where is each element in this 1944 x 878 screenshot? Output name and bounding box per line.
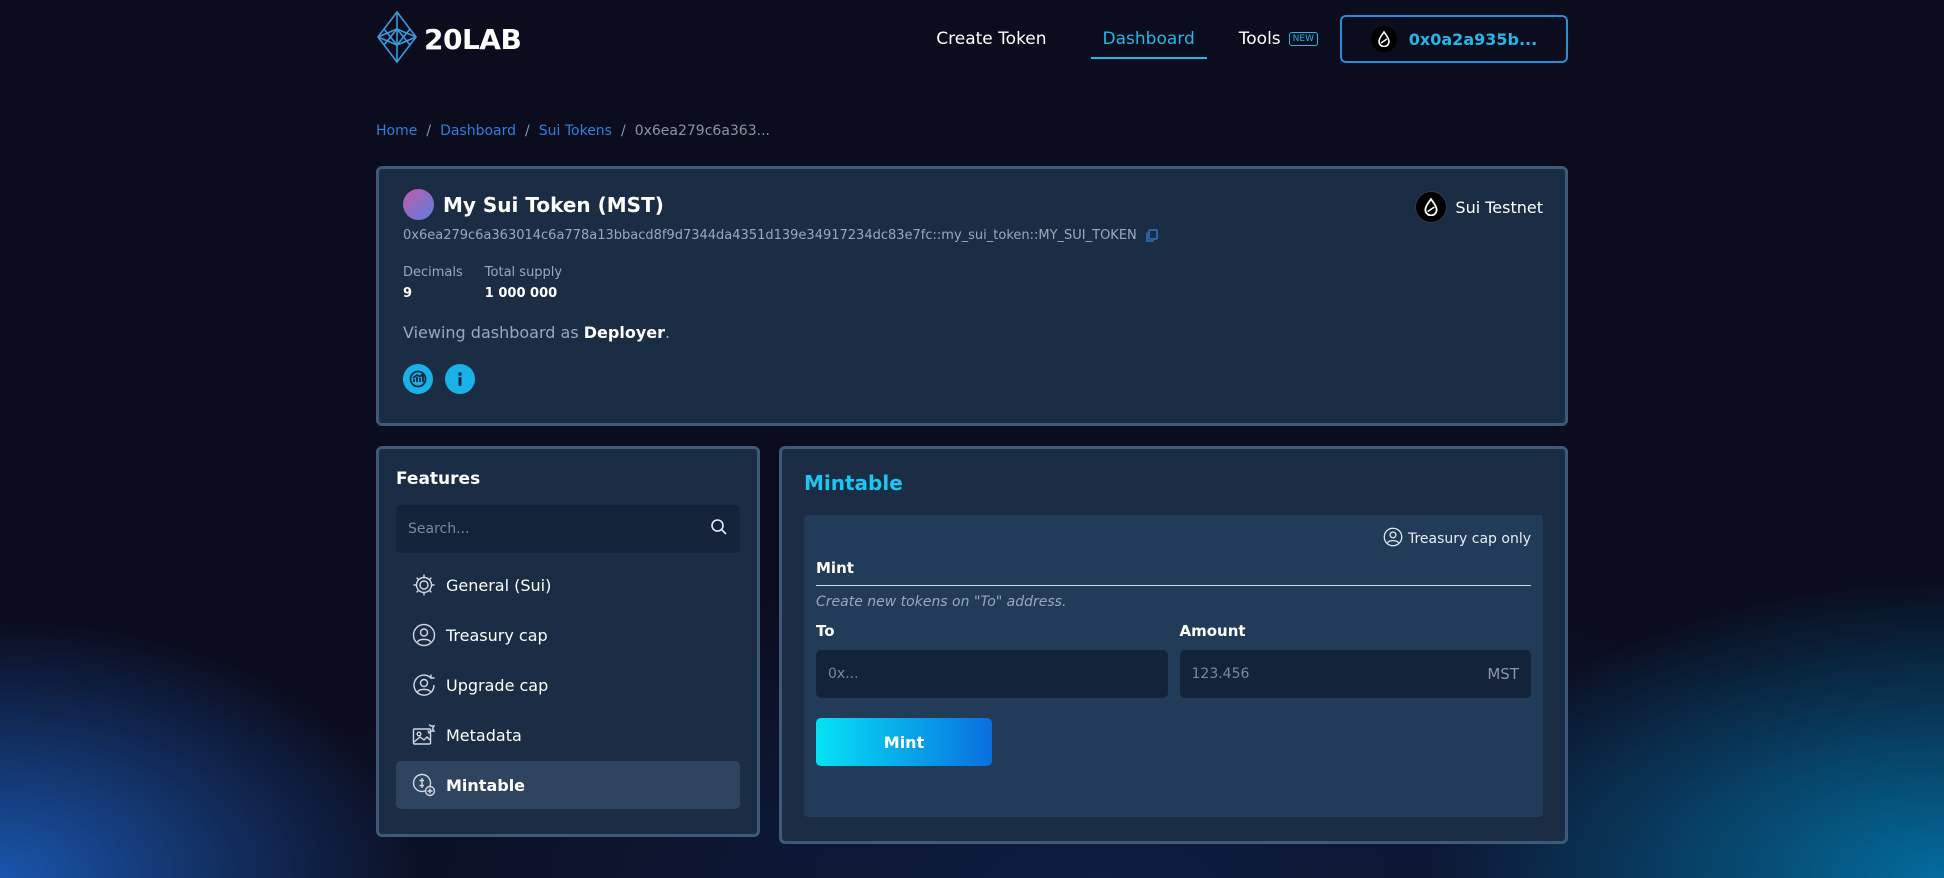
token-name: My Sui Token (MST) [443, 192, 664, 217]
breadcrumb: Home / Dashboard / Sui Tokens / 0x6ea279… [376, 123, 770, 139]
copy-icon[interactable] [1145, 229, 1158, 242]
breadcrumb-separator: / [620, 123, 626, 139]
breadcrumb-dashboard[interactable]: Dashboard [440, 123, 516, 139]
page: 20LAB Create Token Dashboard Tools NEW 0… [376, 0, 1568, 844]
mint-fields: To Amount MST [816, 622, 1531, 698]
feature-item-upgrade-cap[interactable]: Upgrade cap [396, 661, 740, 709]
to-field: To [816, 622, 1168, 698]
mint-form: Treasury cap only Mint Create new tokens… [804, 515, 1543, 817]
amount-input[interactable] [1191, 666, 1488, 682]
feature-list: General (Sui) Treasury cap Upgrade cap M… [396, 561, 740, 809]
top-header: 20LAB Create Token Dashboard Tools NEW 0… [376, 0, 1568, 78]
amount-label: Amount [1179, 622, 1246, 640]
wallet-button[interactable]: 0x0a2a935b... [1340, 15, 1568, 63]
feature-item-label: Metadata [446, 725, 522, 745]
brand-logo[interactable]: 20LAB [376, 10, 522, 67]
search-icon[interactable] [710, 518, 728, 540]
feature-item-label: Treasury cap [446, 625, 548, 645]
user-circle-icon [1383, 527, 1403, 551]
token-address: 0x6ea279c6a363014c6a778a13bbacd8f9d7344d… [403, 228, 1137, 243]
feature-item-metadata[interactable]: Metadata [396, 711, 740, 759]
access-note: Treasury cap only [1383, 527, 1531, 551]
amount-suffix: MST [1487, 665, 1519, 683]
nav-tools-label: Tools [1238, 29, 1281, 49]
breadcrumb-home[interactable]: Home [376, 123, 417, 139]
mint-section-label: Mint [816, 559, 1531, 586]
image-edit-icon [411, 723, 436, 748]
feature-item-label: Upgrade cap [446, 675, 549, 695]
nav-tools[interactable]: Tools NEW [1239, 29, 1318, 49]
token-avatar [403, 189, 434, 220]
sui-logo-icon [1415, 191, 1448, 223]
feature-item-general-sui[interactable]: General (Sui) [396, 561, 740, 609]
coin-add-icon [411, 773, 436, 798]
features-panel: Features General (Sui) Treasury cap [376, 446, 760, 837]
amount-field: Amount MST [1179, 622, 1531, 698]
nav-create-token[interactable]: Create Token [924, 23, 1058, 55]
info-icon[interactable] [445, 364, 475, 394]
feature-item-label: Mintable [446, 775, 526, 795]
gear-icon [411, 573, 436, 598]
chart-icon[interactable] [403, 364, 433, 394]
features-title: Features [396, 469, 481, 489]
ethereum-diamond-icon [376, 10, 418, 67]
feature-item-mintable[interactable]: Mintable [396, 761, 740, 809]
feature-item-treasury-cap[interactable]: Treasury cap [396, 611, 740, 659]
new-badge: NEW [1288, 32, 1318, 46]
to-label: To [816, 622, 835, 640]
token-header: My Sui Token (MST) [403, 189, 1541, 220]
to-input-wrap [816, 650, 1168, 698]
user-refresh-icon [411, 673, 436, 698]
feature-item-label: General (Sui) [446, 575, 552, 595]
viewing-prefix: Viewing dashboard as [403, 323, 584, 342]
mintable-panel: Mintable Treasury cap only Mint Create n… [779, 446, 1568, 844]
network-indicator: Sui Testnet [1415, 191, 1543, 223]
token-stats: Decimals 9 Total supply 1 000 000 [403, 265, 1541, 301]
mintable-title: Mintable [804, 471, 903, 495]
mint-description: Create new tokens on "To" address. [816, 594, 1067, 610]
token-address-row: 0x6ea279c6a363014c6a778a13bbacd8f9d7344d… [403, 228, 1541, 243]
search-input[interactable] [408, 521, 710, 537]
decimals-stat: Decimals 9 [403, 265, 463, 301]
breadcrumb-sui-tokens[interactable]: Sui Tokens [539, 123, 612, 139]
total-supply-value: 1 000 000 [484, 286, 558, 301]
breadcrumb-separator: / [426, 123, 432, 139]
breadcrumb-current: 0x6ea279c6a363... [634, 123, 770, 139]
network-name: Sui Testnet [1455, 197, 1543, 217]
token-info-card: My Sui Token (MST) Sui Testnet 0x6ea279c… [376, 166, 1568, 426]
viewing-suffix: . [664, 323, 671, 342]
nav-dashboard[interactable]: Dashboard [1090, 23, 1208, 59]
brand-name: 20LAB [424, 22, 522, 56]
decimals-value: 9 [403, 286, 413, 301]
wallet-address: 0x0a2a935b... [1408, 29, 1538, 49]
decimals-label: Decimals [403, 265, 463, 280]
features-search [396, 505, 740, 553]
total-supply-label: Total supply [484, 265, 563, 280]
breadcrumb-separator: / [525, 123, 530, 139]
mint-button[interactable]: Mint [816, 718, 992, 766]
to-address-input[interactable] [828, 666, 1156, 682]
main-nav: Create Token Dashboard Tools NEW 0x0a2a9… [924, 15, 1568, 63]
total-supply-stat: Total supply 1 000 000 [485, 265, 562, 301]
user-circle-icon [411, 623, 436, 648]
token-actions [403, 364, 1541, 394]
sui-logo-icon [1370, 26, 1397, 52]
viewing-role: Deployer [583, 323, 665, 342]
access-note-label: Treasury cap only [1407, 531, 1531, 547]
amount-input-wrap: MST [1179, 650, 1531, 698]
viewing-role-text: Viewing dashboard as Deployer. [403, 323, 1541, 342]
